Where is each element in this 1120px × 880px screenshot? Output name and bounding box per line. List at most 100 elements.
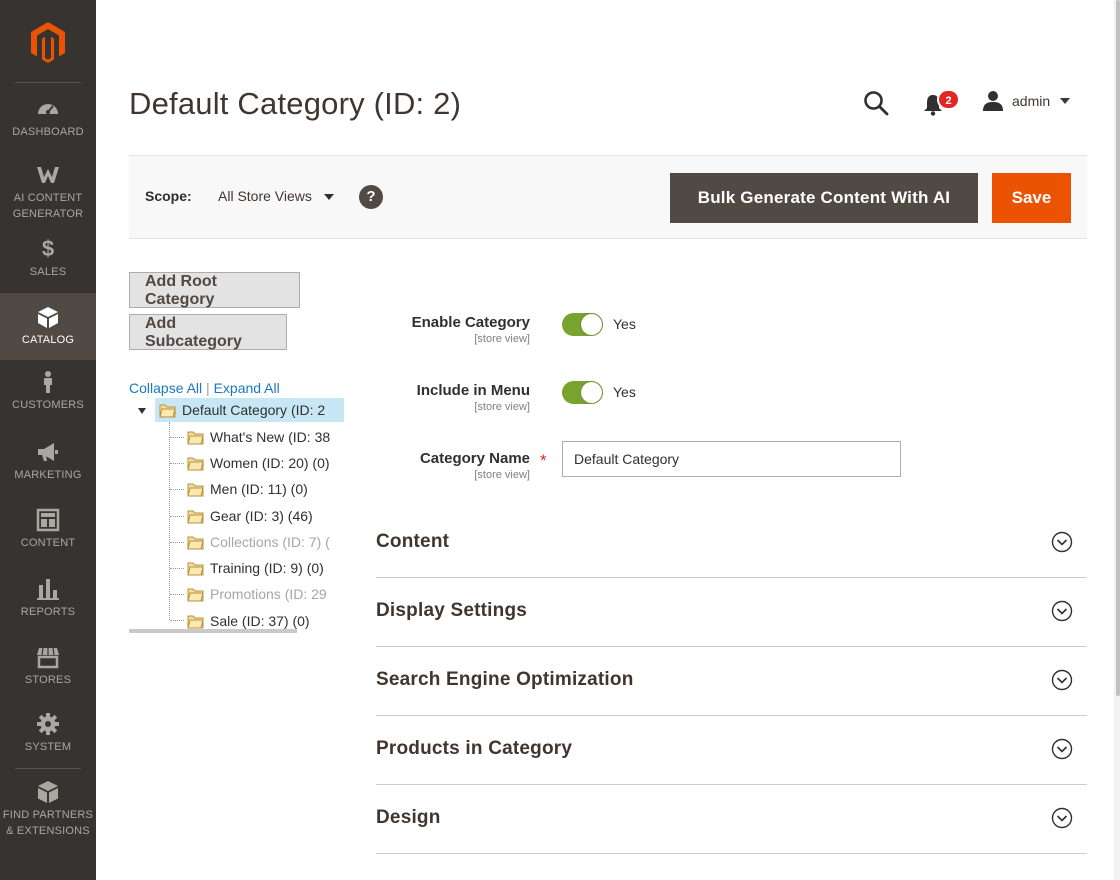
folder-icon xyxy=(187,431,204,444)
field-label-text: Category Name xyxy=(419,450,530,467)
chevron-down-icon xyxy=(1060,98,1071,104)
folder-icon xyxy=(187,588,204,601)
user-name: admin xyxy=(1012,93,1051,109)
sidebar-item-find-partners[interactable]: FIND PARTNERS & EXTENSIONS xyxy=(0,780,96,842)
megaphone-icon xyxy=(38,443,58,461)
page-actions-bar: Scope: All Store Views ? Bulk Generate C… xyxy=(129,155,1087,239)
category-name-input[interactable] xyxy=(562,441,901,477)
chevron-down-circle-icon xyxy=(1051,600,1073,622)
tree-node[interactable]: Gear (ID: 3) (46) xyxy=(187,504,313,528)
section-title: Content xyxy=(376,531,450,552)
sidebar-divider xyxy=(15,82,81,83)
section-title: Design xyxy=(376,807,441,828)
include-in-menu-label: Include in Menu [store view] xyxy=(330,382,530,413)
tree-horizontal-scrollbar[interactable] xyxy=(129,629,297,633)
save-button[interactable]: Save xyxy=(992,173,1071,223)
search-icon[interactable] xyxy=(862,89,890,117)
user-menu[interactable]: admin xyxy=(982,88,1071,114)
folder-icon xyxy=(187,483,204,496)
catalog-box-icon xyxy=(38,307,58,328)
field-scope-note: [store view] xyxy=(474,401,530,413)
tree-node-label: Collections (ID: 7) ( xyxy=(210,534,330,550)
sidebar-item-label: AI CONTENT GENERATOR xyxy=(12,192,84,220)
extensions-cube-icon xyxy=(38,781,58,803)
sidebar-item-dashboard[interactable]: DASHBOARD xyxy=(0,97,96,145)
category-tree: Default Category (ID: 2 What's New (ID: … xyxy=(129,398,344,632)
sidebar-item-label: CUSTOMERS xyxy=(12,399,84,411)
bar-chart-icon xyxy=(37,579,59,600)
expand-all-link[interactable]: Expand All xyxy=(214,380,280,396)
section-products-in-category[interactable]: Products in Category xyxy=(376,716,1087,785)
field-scope-note: [store view] xyxy=(474,333,530,345)
tree-connector xyxy=(170,463,184,464)
collapse-all-link[interactable]: Collapse All xyxy=(129,380,202,396)
content-layout-icon xyxy=(36,508,60,532)
add-subcategory-button[interactable]: Add Subcategory xyxy=(129,314,287,350)
field-label-text: Include in Menu xyxy=(416,382,530,399)
user-avatar-icon xyxy=(983,91,1003,111)
add-root-category-button[interactable]: Add Root Category xyxy=(129,272,300,308)
sidebar-item-label: SYSTEM xyxy=(24,741,72,753)
customer-person-icon xyxy=(44,371,52,393)
sidebar-item-label: CONTENT xyxy=(20,537,76,549)
section-display-settings[interactable]: Display Settings xyxy=(376,578,1087,647)
tree-node-root[interactable]: Default Category (ID: 2 xyxy=(155,398,344,422)
sidebar-item-system[interactable]: SYSTEM xyxy=(0,712,96,760)
tree-node[interactable]: Women (ID: 20) (0) xyxy=(187,451,330,475)
tree-node[interactable]: What's New (ID: 38 xyxy=(187,425,330,449)
tree-node-label: Men (ID: 11) (0) xyxy=(210,481,308,497)
magento-logo-icon[interactable] xyxy=(26,20,70,64)
page-title: Default Category (ID: 2) xyxy=(129,86,462,121)
gear-icon xyxy=(37,713,59,735)
chevron-down-circle-icon xyxy=(1051,738,1073,760)
notification-count-badge: 2 xyxy=(937,89,960,110)
sidebar-item-label: REPORTS xyxy=(20,606,76,618)
tree-connector xyxy=(170,620,184,621)
sidebar-item-ai-content-generator[interactable]: AI CONTENT GENERATOR xyxy=(0,163,96,225)
page-scrollbar-thumb[interactable] xyxy=(1116,0,1120,696)
field-scope-note: [store view] xyxy=(474,469,530,481)
admin-sidebar: DASHBOARD AI CONTENT GENERATOR $ SALES C… xyxy=(0,0,96,880)
tree-node-label: Default Category (ID: 2 xyxy=(182,402,326,418)
field-label-text: Enable Category xyxy=(411,314,530,331)
chevron-down-circle-icon xyxy=(1051,807,1073,829)
enable-category-value: Yes xyxy=(613,316,636,332)
section-title: Search Engine Optimization xyxy=(376,669,634,690)
sidebar-item-catalog[interactable]: CATALOG xyxy=(0,293,96,360)
include-in-menu-toggle[interactable] xyxy=(562,381,603,404)
sidebar-item-label: FIND PARTNERS & EXTENSIONS xyxy=(2,809,94,837)
section-content[interactable]: Content xyxy=(376,509,1087,578)
folder-icon xyxy=(187,562,204,575)
sidebar-item-stores[interactable]: STORES xyxy=(0,645,96,693)
sidebar-item-label: CATALOG xyxy=(21,334,75,346)
bulk-generate-ai-button[interactable]: Bulk Generate Content With AI xyxy=(670,173,978,223)
sidebar-item-label: DASHBOARD xyxy=(12,126,84,138)
folder-icon xyxy=(159,404,176,417)
tree-connector xyxy=(170,437,184,438)
enable-category-toggle[interactable] xyxy=(562,313,603,336)
tree-node[interactable]: Men (ID: 11) (0) xyxy=(187,477,308,501)
section-seo[interactable]: Search Engine Optimization xyxy=(376,647,1087,716)
chevron-down-circle-icon xyxy=(1051,669,1073,691)
sidebar-item-sales[interactable]: $ SALES xyxy=(0,237,96,283)
folder-icon xyxy=(187,615,204,628)
tree-node-disabled[interactable]: Promotions (ID: 29 xyxy=(187,582,327,606)
folder-icon xyxy=(187,510,204,523)
tree-node-label: Women (ID: 20) (0) xyxy=(210,455,330,471)
section-design[interactable]: Design xyxy=(376,785,1087,854)
tree-node[interactable]: Training (ID: 9) (0) xyxy=(187,556,324,580)
sidebar-item-customers[interactable]: CUSTOMERS xyxy=(0,370,96,418)
tree-node-label: Gear (ID: 3) (46) xyxy=(210,508,313,524)
sidebar-item-marketing[interactable]: MARKETING xyxy=(0,440,96,488)
sidebar-item-content[interactable]: CONTENT xyxy=(0,508,96,556)
scope-switcher[interactable]: All Store Views xyxy=(218,188,334,204)
folder-icon xyxy=(187,536,204,549)
sidebar-item-reports[interactable]: REPORTS xyxy=(0,577,96,625)
notifications-button[interactable]: 2 xyxy=(922,89,962,120)
storefront-icon xyxy=(37,647,59,669)
tree-controls: Collapse All | Expand All xyxy=(129,380,280,396)
tree-node-disabled[interactable]: Collections (ID: 7) ( xyxy=(187,530,330,554)
tree-connector xyxy=(170,594,184,595)
help-icon[interactable]: ? xyxy=(359,185,383,209)
tree-expander-icon[interactable] xyxy=(137,406,147,416)
